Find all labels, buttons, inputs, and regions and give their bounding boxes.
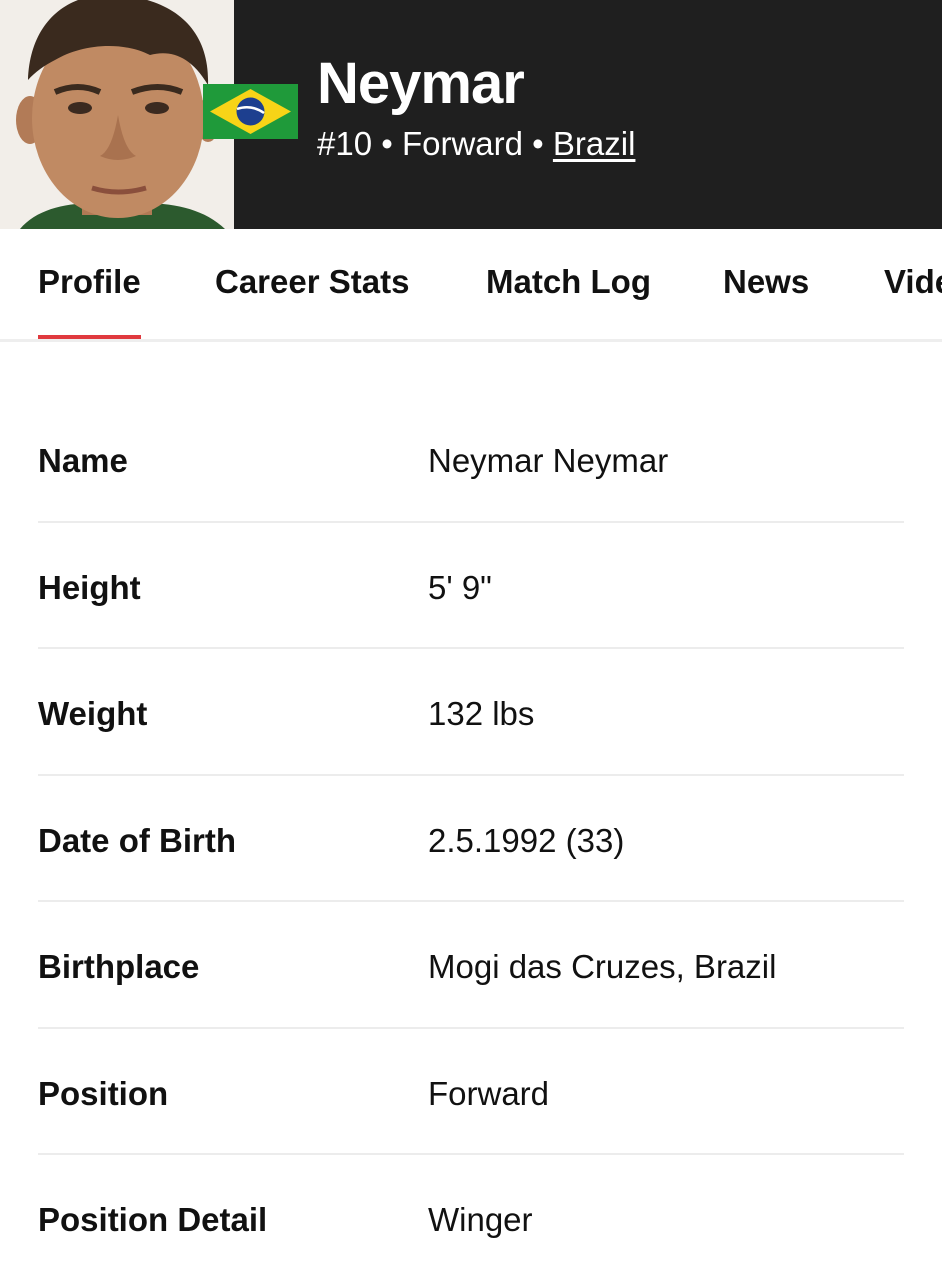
- tab-match-log[interactable]: Match Log: [486, 263, 651, 301]
- detail-row-height: Height 5' 9": [38, 523, 904, 649]
- detail-label: Name: [38, 442, 128, 479]
- detail-label: Birthplace: [38, 948, 200, 985]
- profile-details: Name Neymar Neymar Height 5' 9" Weight 1…: [38, 396, 904, 1282]
- detail-row-birthplace: Birthplace Mogi das Cruzes, Brazil: [38, 902, 904, 1029]
- subtitle-separator: •: [532, 125, 544, 162]
- detail-row-weight: Weight 132 lbs: [38, 649, 904, 776]
- player-name: Neymar: [317, 51, 525, 116]
- subtitle-separator: •: [381, 125, 393, 162]
- detail-label: Date of Birth: [38, 821, 236, 859]
- player-photo-image: [0, 0, 234, 229]
- detail-value: 5' 9": [428, 568, 492, 606]
- brazil-flag-icon: [203, 84, 298, 139]
- detail-value: 2.5.1992 (33): [428, 821, 625, 859]
- detail-value: Forward: [428, 1074, 550, 1112]
- detail-value: Mogi das Cruzes, Brazil: [428, 948, 777, 985]
- detail-value: Winger: [428, 1201, 533, 1238]
- detail-label: Height: [38, 568, 141, 606]
- detail-value: Neymar Neymar: [428, 442, 669, 479]
- detail-label: Weight: [38, 695, 148, 732]
- tab-news[interactable]: News: [723, 263, 809, 301]
- tab-divider: [0, 339, 942, 342]
- detail-value: 132 lbs: [428, 695, 535, 732]
- player-position: Forward: [401, 125, 523, 162]
- detail-row-date-of-birth: Date of Birth 2.5.1992 (33): [38, 776, 904, 902]
- player-number: #10: [317, 125, 373, 162]
- player-photo: [0, 0, 234, 229]
- player-subtitle: #10 • Forward • Brazil: [317, 125, 635, 163]
- tab-profile[interactable]: Profile: [38, 263, 141, 301]
- detail-row-position-detail: Position Detail Winger: [38, 1155, 904, 1282]
- tab-videos[interactable]: Videos: [884, 263, 942, 301]
- country-link[interactable]: Brazil: [553, 125, 636, 162]
- detail-row-position: Position Forward: [38, 1029, 904, 1155]
- player-header: Neymar #10 • Forward • Brazil: [0, 0, 942, 229]
- detail-label: Position: [38, 1074, 169, 1112]
- tab-bar: Profile Career Stats Match Log News Vide…: [0, 229, 942, 342]
- tab-career-stats[interactable]: Career Stats: [215, 263, 409, 301]
- detail-label: Position Detail: [38, 1201, 268, 1238]
- detail-row-name: Name Neymar Neymar: [38, 396, 904, 523]
